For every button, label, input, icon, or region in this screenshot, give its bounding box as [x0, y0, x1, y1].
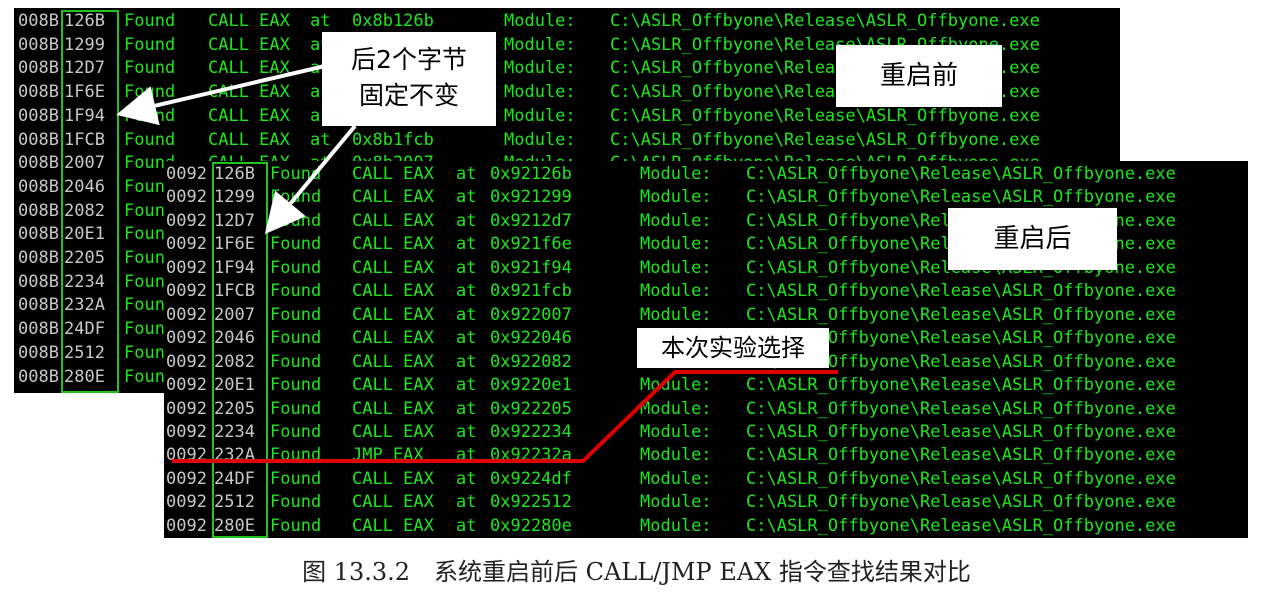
- arrow-to-before-column: [116, 64, 326, 126]
- annotation-overlay: [116, 64, 838, 463]
- selected-row-line: [172, 370, 838, 463]
- arrow-to-after-column: [264, 124, 357, 235]
- figure-caption: 图 13.3.2 系统重启前后 CALL/JMP EAX 指令查找结果对比: [302, 558, 971, 586]
